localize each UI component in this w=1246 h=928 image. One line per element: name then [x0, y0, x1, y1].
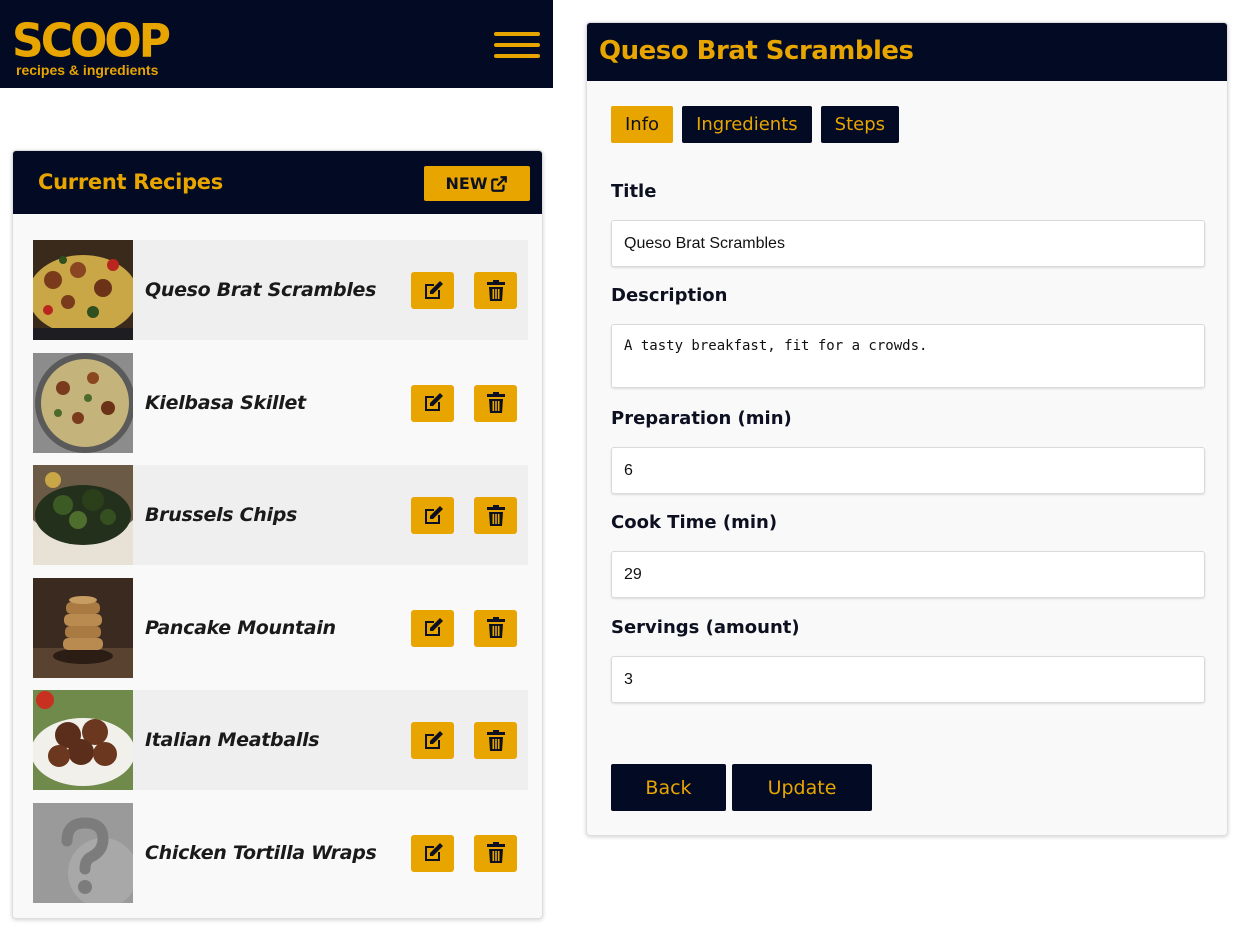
recipe-detail-header: Queso Brat Scrambles	[587, 23, 1227, 81]
recipe-row[interactable]: Queso Brat Scrambles	[33, 240, 528, 340]
delete-recipe-button[interactable]	[474, 722, 517, 759]
edit-icon	[424, 393, 443, 411]
edit-recipe-button[interactable]	[411, 497, 454, 534]
edit-recipe-button[interactable]	[411, 722, 454, 759]
edit-recipe-button[interactable]	[411, 272, 454, 309]
cook-time-label: Cook Time (min)	[611, 512, 778, 533]
recipe-thumbnail	[33, 352, 133, 453]
delete-recipe-button[interactable]	[474, 609, 517, 647]
delete-recipe-button[interactable]	[474, 272, 517, 309]
edit-recipe-button[interactable]	[411, 609, 454, 647]
recipes-panel-title: Current Recipes	[38, 170, 223, 194]
edit-icon	[424, 280, 443, 299]
description-label: Description	[611, 285, 728, 306]
recipe-detail-title: Queso Brat Scrambles	[599, 36, 914, 66]
recipe-name[interactable]: Chicken Tortilla Wraps	[145, 842, 528, 864]
tab-steps[interactable]: Steps	[820, 106, 900, 143]
preparation-input[interactable]: 6	[611, 447, 1205, 494]
recipe-row[interactable]: Kielbasa Skillet	[33, 352, 528, 453]
recipe-name[interactable]: Pancake Mountain	[145, 617, 528, 639]
servings-input[interactable]: 3	[611, 656, 1205, 703]
preparation-label: Preparation (min)	[611, 408, 792, 429]
trash-icon	[486, 392, 505, 413]
external-link-icon	[491, 175, 508, 192]
recipe-list: Queso Brat Scrambles Kielbasa Skillet Br…	[33, 240, 528, 915]
recipes-panel-header: Current Recipes NEW	[13, 151, 542, 214]
recipe-thumbnail	[33, 802, 133, 903]
servings-label: Servings (amount)	[611, 617, 800, 638]
trash-icon	[486, 279, 505, 301]
recipe-name[interactable]: Kielbasa Skillet	[145, 392, 528, 414]
app-logo[interactable]: SCOOP recipes & ingredients	[12, 14, 171, 78]
edit-icon	[424, 505, 443, 524]
trash-icon	[486, 617, 505, 638]
recipe-name[interactable]: Brussels Chips	[145, 504, 528, 526]
recipe-row[interactable]: Pancake Mountain	[33, 577, 528, 678]
title-label: Title	[611, 181, 657, 202]
cook-time-input[interactable]: 29	[611, 551, 1205, 598]
recipe-row[interactable]: Brussels Chips	[33, 465, 528, 565]
hamburger-menu-icon[interactable]	[494, 30, 540, 60]
recipe-row[interactable]: Chicken Tortilla Wraps	[33, 802, 528, 903]
recipe-thumbnail	[33, 577, 133, 678]
recipe-thumbnail	[33, 465, 133, 565]
recipe-name[interactable]: Queso Brat Scrambles	[145, 279, 528, 301]
recipe-thumbnail	[33, 240, 133, 340]
edit-icon	[424, 730, 443, 749]
app-header: SCOOP recipes & ingredients	[0, 0, 553, 88]
edit-icon	[424, 843, 443, 861]
recipe-thumbnail	[33, 690, 133, 790]
logo-subtitle: recipes & ingredients	[16, 62, 159, 78]
trash-icon	[486, 842, 505, 863]
back-button[interactable]: Back	[611, 764, 726, 811]
tab-ingredients[interactable]: Ingredients	[682, 106, 812, 143]
delete-recipe-button[interactable]	[474, 384, 517, 422]
new-recipe-label: NEW	[445, 174, 488, 193]
edit-recipe-button[interactable]	[411, 384, 454, 422]
recipe-detail-panel: Queso Brat Scrambles Info Ingredients St…	[586, 22, 1228, 836]
logo-title: SCOOP	[12, 14, 171, 69]
description-textarea[interactable]: A tasty breakfast, fit for a crowds.	[611, 324, 1205, 388]
recipe-tabs: Info Ingredients Steps	[611, 106, 900, 143]
update-button[interactable]: Update	[732, 764, 872, 811]
edit-icon	[424, 618, 443, 636]
edit-recipe-button[interactable]	[411, 834, 454, 872]
trash-icon	[486, 504, 505, 526]
tab-info[interactable]: Info	[611, 106, 674, 143]
new-recipe-button[interactable]: NEW	[424, 166, 530, 201]
current-recipes-panel: Current Recipes NEW Queso Brat Scrambles…	[12, 150, 543, 919]
recipe-row[interactable]: Italian Meatballs	[33, 690, 528, 790]
delete-recipe-button[interactable]	[474, 834, 517, 872]
delete-recipe-button[interactable]	[474, 497, 517, 534]
trash-icon	[486, 729, 505, 751]
title-input[interactable]: Queso Brat Scrambles	[611, 220, 1205, 267]
recipe-name[interactable]: Italian Meatballs	[145, 729, 528, 751]
